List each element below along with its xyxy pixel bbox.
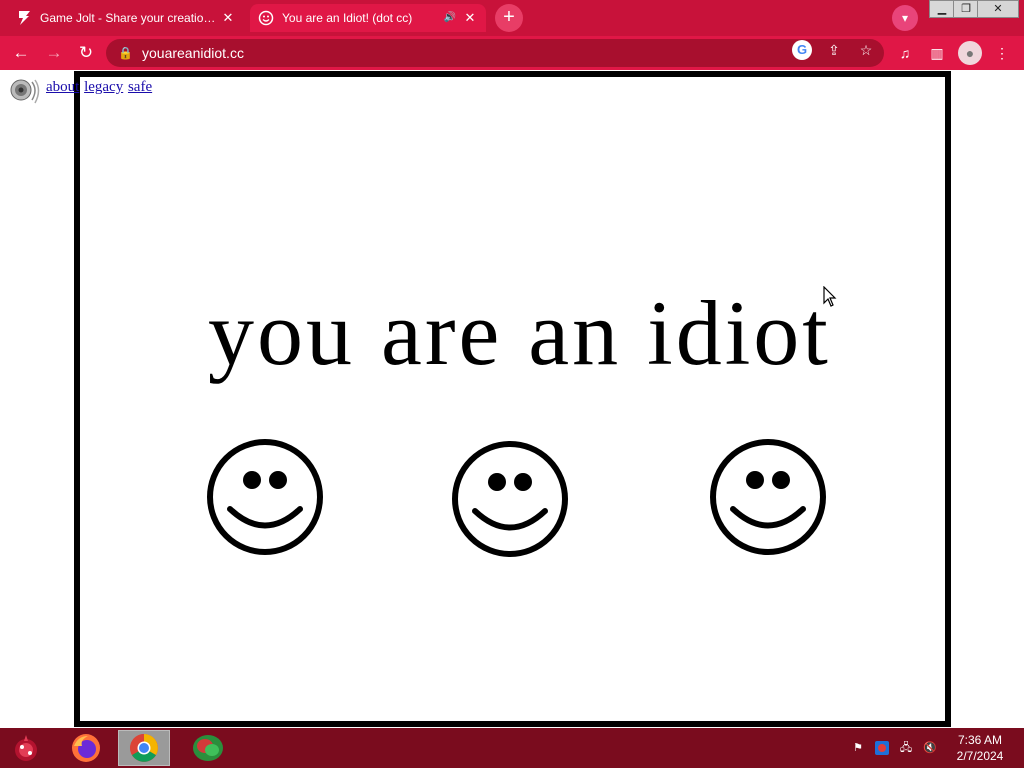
tab-close-icon[interactable]: ✕ [462,10,478,26]
tab-game-jolt[interactable]: Game Jolt - Share your creations ✕ [8,4,244,32]
close-window-button[interactable]: ✕ [977,0,1019,18]
page-links: about legacy safe [46,79,153,96]
action-center-flag-icon[interactable]: ⚑ [850,740,866,756]
profile-avatar-icon[interactable]: ● [958,41,982,65]
firefox-icon [72,734,100,762]
tab-title: You are an Idiot! (dot cc) [282,11,413,25]
lock-icon[interactable]: 🔒 [118,46,133,60]
tab-you-are-an-idiot[interactable]: You are an Idiot! (dot cc) 🔊 ✕ [250,4,486,32]
web-page: you are an idiot about legacy safe [0,70,1024,728]
clock-date: 2/7/2024 [956,749,1004,763]
browser-toolbar: ← → ↻ 🔒 youareanidiot.cc G ⇪ ☆ ♫ ▥ ● ⋮ [0,36,1024,70]
mouse-cursor-icon [823,286,837,307]
restore-button[interactable]: ❐ [953,0,979,18]
smiley-face-icon [710,439,826,555]
google-lens-icon[interactable]: G [792,40,812,60]
address-bar[interactable]: 🔒 youareanidiot.cc [106,39,884,67]
content-frame: you are an idiot [74,71,951,727]
reload-button[interactable]: ↻ [73,40,99,66]
taskbar: ⚑ 🖧 🔇 7:36 AM 2/7/2024 [0,728,1024,768]
app-icon [193,735,223,761]
clock-time: 7:36 AM [957,733,1003,747]
screen: Game Jolt - Share your creations ✕ You a… [0,0,1024,768]
forward-button[interactable]: → [41,40,67,66]
link-safe[interactable]: safe [128,79,152,95]
start-button[interactable] [0,730,52,766]
clock[interactable]: 7:36 AM 2/7/2024 [950,732,1010,764]
tab-title: Game Jolt - Share your creations [40,11,216,25]
smiley-icon [258,10,274,26]
volume-muted-icon[interactable]: 🔇 [922,740,938,756]
url-text: youareanidiot.cc [142,45,244,61]
headline: you are an idiot [208,282,831,384]
tab-close-icon[interactable]: ✕ [220,10,236,26]
minimize-button[interactable]: ▁ [929,0,955,18]
security-tray-icon[interactable] [874,740,890,756]
side-panel-icon[interactable]: ▥ [925,41,949,65]
share-icon[interactable]: ⇪ [824,40,844,60]
smiley-face-icon [452,441,568,557]
taskbar-chrome[interactable] [118,730,170,766]
start-orb-icon [15,735,37,761]
menu-kebab-icon[interactable]: ⋮ [990,41,1014,65]
media-controls-icon[interactable]: ♫ [893,41,917,65]
link-about[interactable]: about [46,79,79,95]
chevron-down-icon[interactable]: ▾ [892,5,918,31]
new-tab-button[interactable]: + [495,4,523,32]
tab-strip: Game Jolt - Share your creations ✕ You a… [0,0,1024,36]
speaker-icon[interactable] [8,78,40,106]
taskbar-firefox[interactable] [60,730,112,766]
chrome-icon [130,734,158,762]
audio-playing-icon[interactable]: 🔊 [442,10,458,26]
network-icon[interactable]: 🖧 [898,740,914,756]
bookmark-star-icon[interactable]: ☆ [856,40,876,60]
game-jolt-icon [16,10,32,26]
back-button[interactable]: ← [8,40,34,66]
smiley-face-icon [207,439,323,555]
link-legacy[interactable]: legacy [84,79,123,95]
taskbar-app[interactable] [182,730,234,766]
